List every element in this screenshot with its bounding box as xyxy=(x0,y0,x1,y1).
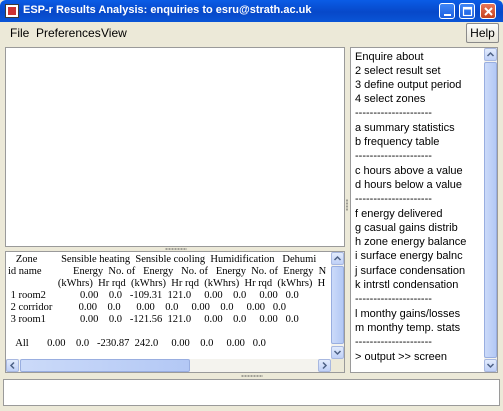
table-total-row: All 0.00 0.0 -230.87 242.0 0.00 0.0 0.00… xyxy=(8,338,266,349)
close-button[interactable] xyxy=(480,3,496,19)
hscroll-thumb[interactable] xyxy=(20,359,190,372)
menu-heading: Enquire about xyxy=(355,51,424,63)
menu-separator: --------------------- xyxy=(355,150,432,162)
command-menu-panel: Enquire about 2 select result set 3 defi… xyxy=(350,47,498,373)
table-header-row1: Zone Sensible heating Sensible cooling H… xyxy=(8,254,317,265)
menu-option-casual-gains[interactable]: g casual gains distrib xyxy=(355,221,458,235)
arrow-left-icon xyxy=(9,361,15,370)
scroll-down-button[interactable] xyxy=(331,346,344,359)
scroll-up-button[interactable] xyxy=(331,252,344,265)
scroll-left-button[interactable] xyxy=(6,359,19,372)
menu-option-surface-condensation[interactable]: j surface condensation xyxy=(355,264,465,278)
splitter-grip xyxy=(241,375,263,377)
table-row: 3 room1 0.00 0.0 -121.56 121.0 0.00 0.0 … xyxy=(8,314,299,325)
menu-separator: --------------------- xyxy=(355,193,432,205)
panel-vscrollbar[interactable] xyxy=(484,48,497,372)
maximize-button[interactable] xyxy=(459,3,475,19)
menu-option-summary-statistics[interactable]: a summary statistics xyxy=(355,121,455,135)
menu-separator: --------------------- xyxy=(355,293,432,305)
minimize-icon xyxy=(444,14,451,16)
graphics-area xyxy=(5,47,345,247)
menu-separator: --------------------- xyxy=(355,107,432,119)
table-header-row2: id name Energy No. of Energy No. of Ener… xyxy=(8,266,327,277)
close-icon xyxy=(484,7,493,16)
scroll-thumb[interactable] xyxy=(331,266,344,344)
table-row: 1 room2 0.00 0.0 -109.31 121.0 0.00 0.0 … xyxy=(8,290,299,301)
minimize-button[interactable] xyxy=(439,3,455,19)
scroll-corner xyxy=(331,359,344,372)
maximize-icon xyxy=(462,6,473,17)
menu-option-monthly-temp-stats[interactable]: m monthy temp. stats xyxy=(355,321,460,335)
table-vscrollbar[interactable] xyxy=(331,252,344,359)
bottom-splitter[interactable] xyxy=(3,374,500,378)
results-table: Zone Sensible heating Sensible cooling H… xyxy=(5,251,345,373)
help-button[interactable]: Help xyxy=(466,23,499,43)
table-header-row3: (kWhrs) Hr rqd (kWhrs) Hr rqd (kWhrs) Hr… xyxy=(8,278,326,289)
menu-option-select-result-set[interactable]: 2 select result set xyxy=(355,64,441,78)
arrow-down-icon xyxy=(333,350,342,356)
text-feedback-area[interactable] xyxy=(3,379,500,406)
menu-option-frequency-table[interactable]: b frequency table xyxy=(355,135,439,149)
arrow-up-icon xyxy=(333,255,342,261)
menu-option-hours-above[interactable]: c hours above a value xyxy=(355,164,463,178)
table-row: 2 corridor 0.00 0.0 0.00 0.0 0.00 0.0 0.… xyxy=(8,302,286,313)
arrow-right-icon xyxy=(322,361,328,370)
arrow-down-icon xyxy=(486,363,495,369)
window-title: ESP-r Results Analysis: enquiries to esr… xyxy=(23,4,312,16)
menu-option-surface-energy-balance[interactable]: i surface energy balnc xyxy=(355,249,463,263)
arrow-up-icon xyxy=(486,51,495,57)
menu-option-monthly-gains[interactable]: l monthy gains/losses xyxy=(355,307,460,321)
menu-preferences[interactable]: Preferences xyxy=(36,26,101,40)
scroll-up-button[interactable] xyxy=(484,48,497,61)
scroll-right-button[interactable] xyxy=(318,359,331,372)
menu-option-zone-energy-balance[interactable]: h zone energy balance xyxy=(355,235,466,249)
scroll-thumb[interactable] xyxy=(484,62,497,358)
app-icon xyxy=(5,4,19,18)
table-hscrollbar[interactable] xyxy=(6,359,344,372)
splitter-grip xyxy=(165,248,187,250)
menu-view[interactable]: View xyxy=(101,26,127,40)
menu-option-define-output-period[interactable]: 3 define output period xyxy=(355,78,461,92)
menu-option-interstitial-condensation[interactable]: k intrstl condensation xyxy=(355,278,458,292)
menu-separator: --------------------- xyxy=(355,336,432,348)
title-bar: ESP-r Results Analysis: enquiries to esr… xyxy=(0,0,503,22)
menu-option-energy-delivered[interactable]: f energy delivered xyxy=(355,207,442,221)
menu-bar: File Preferences View Help xyxy=(0,22,503,44)
menu-option-select-zones[interactable]: 4 select zones xyxy=(355,92,425,106)
menu-option-output-screen[interactable]: > output >> screen xyxy=(355,350,447,364)
splitter-grip xyxy=(346,199,348,211)
menu-file[interactable]: File xyxy=(10,26,29,40)
scroll-down-button[interactable] xyxy=(484,359,497,372)
menu-option-hours-below[interactable]: d hours below a value xyxy=(355,178,462,192)
